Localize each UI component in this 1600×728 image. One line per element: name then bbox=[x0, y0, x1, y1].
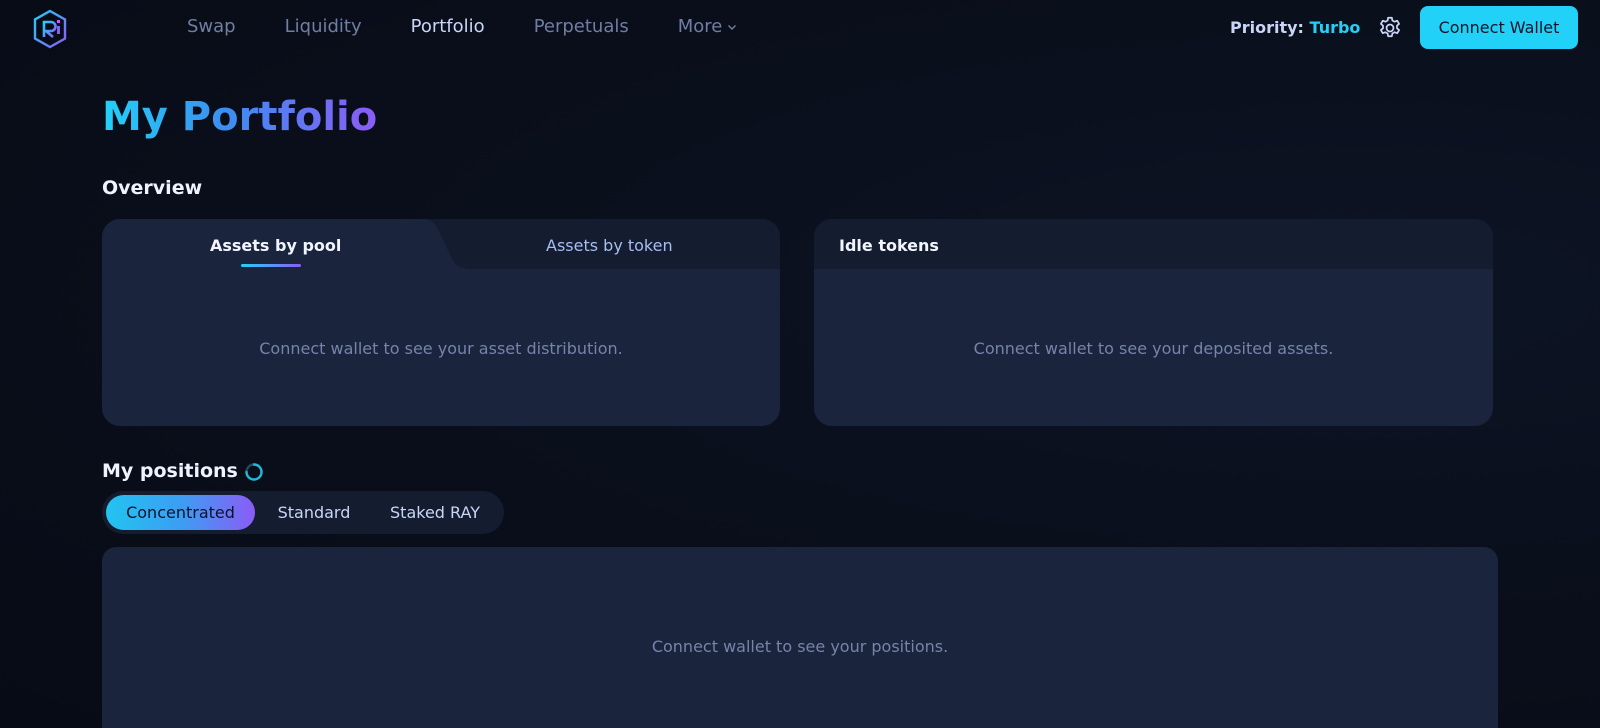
nav-swap[interactable]: Swap bbox=[187, 16, 236, 38]
nav-more[interactable]: More bbox=[678, 16, 738, 38]
raydium-logo-icon[interactable] bbox=[32, 9, 68, 49]
positions-heading: My positions bbox=[102, 460, 238, 482]
positions-segmented-control: Concentrated Standard Staked RAY bbox=[102, 491, 504, 534]
priority-value: Turbo bbox=[1309, 18, 1361, 37]
tab-assets-by-pool[interactable]: Assets by pool bbox=[210, 236, 341, 255]
idle-empty-message: Connect wallet to see your deposited ass… bbox=[973, 339, 1334, 358]
nav-perpetuals[interactable]: Perpetuals bbox=[534, 16, 629, 38]
chevron-down-icon bbox=[728, 25, 737, 30]
assets-empty-message: Connect wallet to see your asset distrib… bbox=[259, 339, 623, 358]
priority-label: Priority: bbox=[1230, 18, 1304, 37]
nav-links: Swap Liquidity Portfolio Perpetuals More bbox=[187, 16, 786, 38]
top-nav: Swap Liquidity Portfolio Perpetuals More… bbox=[0, 0, 1600, 56]
idle-tokens-title: Idle tokens bbox=[839, 236, 939, 255]
idle-tokens-card: Idle tokens Connect wallet to see your d… bbox=[814, 219, 1493, 426]
connect-wallet-button[interactable]: Connect Wallet bbox=[1420, 6, 1578, 49]
tab-concentrated[interactable]: Concentrated bbox=[106, 495, 255, 530]
tab-standard[interactable]: Standard bbox=[259, 495, 369, 530]
spinner-icon bbox=[245, 463, 263, 481]
positions-empty-message: Connect wallet to see your positions. bbox=[651, 637, 949, 656]
gear-icon[interactable] bbox=[1377, 15, 1403, 41]
overview-heading: Overview bbox=[102, 177, 203, 199]
active-tab-indicator bbox=[241, 264, 301, 267]
nav-more-label: More bbox=[677, 16, 723, 37]
page-title: My Portfolio bbox=[102, 94, 378, 140]
positions-card: Connect wallet to see your positions. bbox=[102, 547, 1498, 728]
assets-card: Assets by pool Assets by token Connect w… bbox=[102, 219, 780, 426]
tab-staked-ray[interactable]: Staked RAY bbox=[374, 495, 496, 530]
priority-indicator[interactable]: Priority: Turbo bbox=[1230, 18, 1360, 37]
tab-assets-by-token[interactable]: Assets by token bbox=[546, 236, 673, 255]
nav-liquidity[interactable]: Liquidity bbox=[285, 16, 362, 38]
nav-portfolio[interactable]: Portfolio bbox=[411, 16, 485, 38]
